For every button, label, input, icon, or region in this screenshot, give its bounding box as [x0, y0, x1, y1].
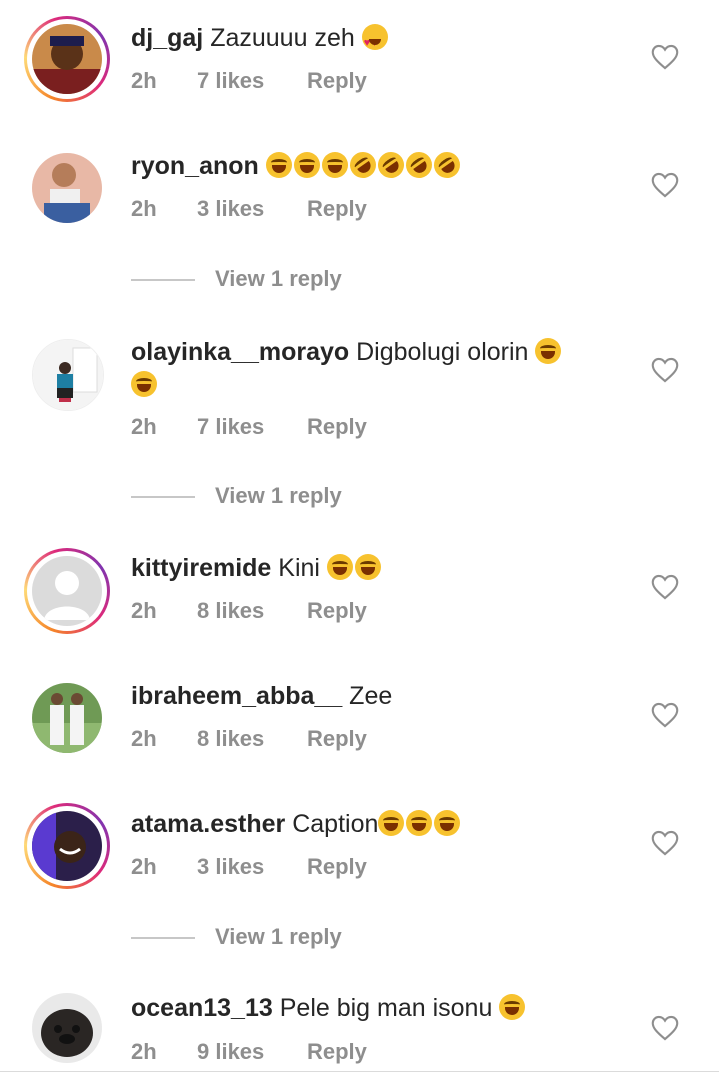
comment-likes[interactable]: 7 likes [197, 414, 307, 440]
joy-emoji-icon [434, 810, 461, 836]
comment-likes[interactable]: 3 likes [197, 196, 307, 222]
avatar [32, 153, 102, 223]
joy-emoji-icon [406, 810, 433, 836]
joy-emoji-icon [535, 338, 562, 364]
comment-text: Zazuuuu zeh [210, 24, 355, 52]
comment-time: 2h [131, 196, 157, 221]
avatar-story-ring[interactable] [24, 16, 110, 102]
avatar-wrap[interactable] [24, 985, 110, 1071]
rofl-emoji-icon [344, 146, 381, 184]
reply-button[interactable]: Reply [307, 854, 367, 880]
comment-text: Zee [349, 682, 393, 710]
avatar [32, 24, 102, 94]
avatar [32, 993, 102, 1063]
comment-time: 2h [131, 1039, 157, 1064]
comment-username[interactable]: ocean13_13 [131, 994, 273, 1022]
joy-emoji-icon [499, 994, 526, 1020]
comment-time: 2h [131, 598, 157, 623]
joy-emoji-icon [326, 554, 353, 580]
comment-time: 2h [131, 414, 157, 439]
heart-outline-icon[interactable] [651, 574, 679, 600]
comment-body: ocean13_13 Pele big man isonu [131, 992, 629, 1025]
comment-text: Pele big man isonu [279, 994, 493, 1022]
comment-username[interactable]: kittyiremide [131, 554, 271, 582]
comment-text: Caption [292, 810, 379, 838]
reply-button[interactable]: Reply [307, 196, 367, 222]
avatar-wrap[interactable] [24, 675, 110, 761]
comment-likes[interactable]: 8 likes [197, 726, 307, 752]
divider [131, 496, 195, 499]
comment-username[interactable]: olayinka__morayo [131, 338, 349, 366]
comment-likes[interactable]: 3 likes [197, 854, 307, 880]
rofl-emoji-icon [400, 146, 437, 184]
comment-username[interactable]: ibraheem_abba__ [131, 682, 342, 710]
comment-time: 2h [131, 68, 157, 93]
comment-likes[interactable]: 9 likes [197, 1039, 307, 1065]
view-replies-label: View 1 reply [215, 483, 342, 508]
avatar [32, 556, 102, 626]
bottom-divider [0, 1071, 719, 1072]
view-replies-button[interactable]: View 1 reply [131, 483, 342, 509]
avatar [32, 339, 104, 411]
reply-button[interactable]: Reply [307, 598, 367, 624]
comment-body: olayinka__morayo Digbolugi olorin [131, 336, 629, 402]
rofl-emoji-icon [428, 146, 465, 184]
avatar-wrap[interactable] [24, 145, 110, 231]
comment-likes[interactable]: 8 likes [197, 598, 307, 624]
comment-time: 2h [131, 854, 157, 879]
reply-button[interactable]: Reply [307, 726, 367, 752]
joy-emoji-icon [293, 152, 320, 178]
joy-emoji-icon [265, 152, 292, 178]
view-replies-label: View 1 reply [215, 924, 342, 949]
avatar [32, 811, 102, 881]
comment-body: ibraheem_abba__ Zee [131, 680, 629, 713]
avatar-story-ring[interactable] [24, 803, 110, 889]
comment-body: ryon_anon [131, 146, 629, 184]
avatar-story-ring[interactable] [24, 548, 110, 634]
view-replies-button[interactable]: View 1 reply [131, 924, 342, 950]
reply-button[interactable]: Reply [307, 414, 367, 440]
rofl-emoji-icon [372, 146, 409, 184]
heart-outline-icon[interactable] [651, 702, 679, 728]
heart-outline-icon[interactable] [651, 44, 679, 70]
comment-body: dj_gaj Zazuuuu zeh [131, 22, 629, 60]
divider [131, 279, 195, 282]
comment-text: Kini [278, 554, 320, 582]
joy-emoji-icon [354, 554, 381, 580]
avatar [32, 683, 102, 753]
comment-text: Digbolugi olorin [356, 338, 529, 366]
heart-outline-icon[interactable] [651, 357, 679, 383]
view-replies-button[interactable]: View 1 reply [131, 266, 342, 292]
heart-outline-icon[interactable] [651, 172, 679, 198]
heart-outline-icon[interactable] [651, 1015, 679, 1041]
comment-username[interactable]: atama.esther [131, 810, 285, 838]
reply-button[interactable]: Reply [307, 1039, 367, 1065]
heart-eyes-emoji-icon [361, 24, 388, 60]
joy-emoji-icon [131, 371, 157, 397]
comment-likes[interactable]: 7 likes [197, 68, 307, 94]
divider [131, 937, 195, 940]
comment-username[interactable]: ryon_anon [131, 152, 259, 180]
comment-body: atama.esther Caption [131, 808, 629, 841]
heart-outline-icon[interactable] [651, 830, 679, 856]
reply-button[interactable]: Reply [307, 68, 367, 94]
avatar-wrap[interactable] [24, 331, 110, 417]
view-replies-label: View 1 reply [215, 266, 342, 291]
comment-body: kittyiremide Kini [131, 552, 629, 585]
comment-username[interactable]: dj_gaj [131, 24, 203, 52]
joy-emoji-icon [321, 152, 348, 178]
comment-time: 2h [131, 726, 157, 751]
joy-emoji-icon [378, 810, 405, 836]
